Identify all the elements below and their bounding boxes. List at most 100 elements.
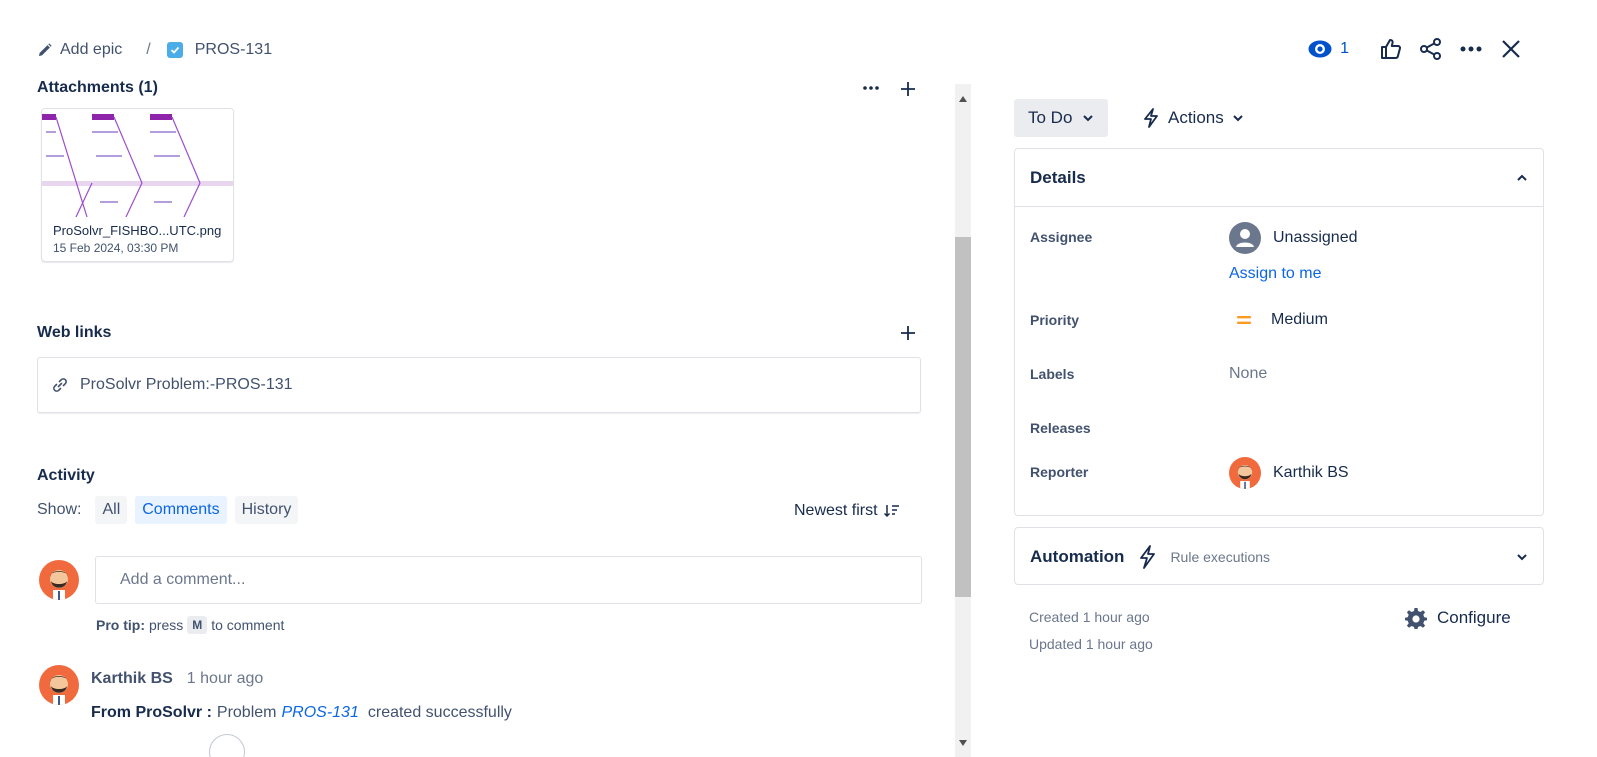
eye-icon: [1308, 40, 1332, 58]
reporter-value: Karthik BS: [1273, 464, 1349, 481]
watch-button[interactable]: 1: [1308, 40, 1349, 58]
scroll-up-arrow-icon[interactable]: [958, 90, 968, 108]
breadcrumb: Add epic / PROS-131: [38, 38, 272, 62]
web-link-item[interactable]: ProSolvr Problem:-PROS-131: [37, 357, 921, 413]
releases-label: Releases: [1030, 420, 1091, 436]
assignee-field[interactable]: Unassigned: [1229, 222, 1358, 254]
comment-author-avatar: [39, 665, 79, 705]
fishbone-diagram-thumbnail: [42, 109, 233, 218]
pro-tip-key: M: [187, 616, 208, 634]
attachment-card[interactable]: ProSolvr_FISHBO...UTC.png 15 Feb 2024, 0…: [41, 108, 234, 262]
attachment-file-name: ProSolvr_FISHBO...UTC.png: [53, 223, 222, 238]
add-web-link-button[interactable]: [897, 322, 919, 344]
details-header[interactable]: Details: [1015, 149, 1543, 207]
more-actions-button[interactable]: [1451, 34, 1491, 64]
status-dropdown[interactable]: To Do: [1014, 99, 1109, 137]
pro-tip-press: press: [149, 617, 184, 633]
web-link-text: ProSolvr Problem:-PROS-131: [80, 376, 293, 393]
priority-medium-icon: [1229, 314, 1259, 326]
comment-issue-link[interactable]: PROS-131: [281, 704, 358, 722]
vote-button[interactable]: [1371, 34, 1411, 64]
actions-label: Actions: [1168, 108, 1224, 127]
priority-value: Medium: [1271, 311, 1328, 328]
attachments-more-button[interactable]: [859, 78, 883, 98]
status-label: To Do: [1028, 108, 1073, 127]
add-comment-input[interactable]: Add a comment...: [95, 556, 922, 604]
automation-header[interactable]: Automation Rule executions: [1015, 528, 1543, 586]
lightning-icon: [1142, 108, 1160, 128]
pro-tip-label: Pro tip:: [96, 617, 145, 633]
close-icon: [1502, 40, 1520, 58]
comment-text-before: Problem: [216, 704, 277, 721]
pro-tip: Pro tip: press M to comment: [96, 616, 284, 634]
filter-comments[interactable]: Comments: [135, 496, 227, 524]
comment-text-after: created successfully: [367, 704, 512, 721]
task-type-icon: [166, 42, 183, 58]
pro-tip-suffix: to comment: [211, 617, 285, 633]
lightning-icon: [1138, 545, 1156, 569]
assign-to-me-link[interactable]: Assign to me: [1229, 265, 1321, 283]
labels-label: Labels: [1030, 366, 1075, 382]
scroll-down-arrow-icon[interactable]: [958, 734, 968, 752]
filter-history[interactable]: History: [234, 496, 299, 524]
watch-count: 1: [1340, 40, 1349, 57]
plus-icon: [900, 81, 916, 97]
comment-header: Karthik BS 1 hour ago: [91, 670, 263, 688]
share-icon: [1420, 38, 1442, 60]
rule-executions-label: Rule executions: [1170, 549, 1271, 565]
thumbs-up-icon: [1380, 38, 1402, 60]
attachment-date: 15 Feb 2024, 03:30 PM: [53, 241, 179, 255]
comment-prefix: From ProSolvr :: [91, 704, 212, 721]
show-label: Show:: [37, 501, 82, 518]
share-button[interactable]: [1411, 34, 1451, 64]
activity-title: Activity: [37, 467, 95, 484]
reporter-label: Reporter: [1030, 464, 1089, 480]
labels-value[interactable]: None: [1229, 365, 1267, 383]
link-icon: [52, 377, 68, 393]
chevron-down-icon: [1516, 553, 1528, 561]
releases-field[interactable]: [1229, 415, 1529, 441]
configure-label: Configure: [1437, 608, 1511, 627]
created-timestamp: Created 1 hour ago: [1029, 609, 1150, 625]
plus-icon: [900, 325, 916, 341]
comment-body: From ProSolvr : Problem PROS-131 created…: [91, 704, 512, 722]
automation-title: Automation: [1030, 547, 1125, 566]
automation-panel[interactable]: Automation Rule executions: [1014, 527, 1544, 585]
sort-label: Newest first: [794, 502, 878, 519]
pencil-icon: [38, 43, 52, 57]
more-horizontal-icon: [863, 86, 879, 90]
comment-time: 1 hour ago: [186, 670, 264, 687]
actions-dropdown[interactable]: Actions: [1142, 99, 1244, 137]
assignee-value: Unassigned: [1273, 229, 1358, 246]
priority-field[interactable]: Medium: [1229, 311, 1328, 329]
issue-main-content: Attachments (1) ProSolvr_FISHBO...UTC.pn…: [37, 72, 923, 757]
details-title: Details: [1030, 167, 1086, 187]
more-horizontal-icon: [1460, 46, 1482, 52]
web-links-title: Web links: [37, 324, 112, 341]
add-epic-link[interactable]: Add epic: [60, 41, 122, 59]
sort-order-button[interactable]: Newest first: [794, 502, 900, 520]
add-attachment-button[interactable]: [897, 78, 919, 100]
issue-toolbar: 1: [1308, 34, 1531, 64]
updated-timestamp: Updated 1 hour ago: [1029, 636, 1153, 652]
chevron-up-icon: [1516, 174, 1528, 182]
filter-all[interactable]: All: [95, 496, 128, 524]
reaction-button[interactable]: [209, 734, 245, 757]
details-panel: Details Assignee Unassigned Assign to me…: [1014, 148, 1544, 516]
unassigned-avatar-icon: [1229, 222, 1261, 254]
chevron-down-icon: [1232, 114, 1244, 122]
chevron-down-icon: [1082, 114, 1094, 122]
reporter-field[interactable]: Karthik BS: [1229, 457, 1349, 489]
breadcrumb-separator: /: [146, 41, 151, 58]
current-user-avatar: [39, 560, 79, 600]
sort-icon: [883, 504, 900, 518]
configure-button[interactable]: Configure: [1405, 607, 1511, 629]
reporter-avatar: [1229, 457, 1261, 489]
issue-key-link[interactable]: PROS-131: [195, 41, 272, 59]
priority-label: Priority: [1030, 312, 1080, 328]
activity-filter-bar: Show: All Comments History: [37, 496, 306, 524]
scrollbar-thumb[interactable]: [955, 237, 971, 597]
assignee-label: Assignee: [1030, 229, 1093, 245]
close-button[interactable]: [1491, 34, 1531, 64]
comment-author: Karthik BS: [91, 670, 173, 687]
